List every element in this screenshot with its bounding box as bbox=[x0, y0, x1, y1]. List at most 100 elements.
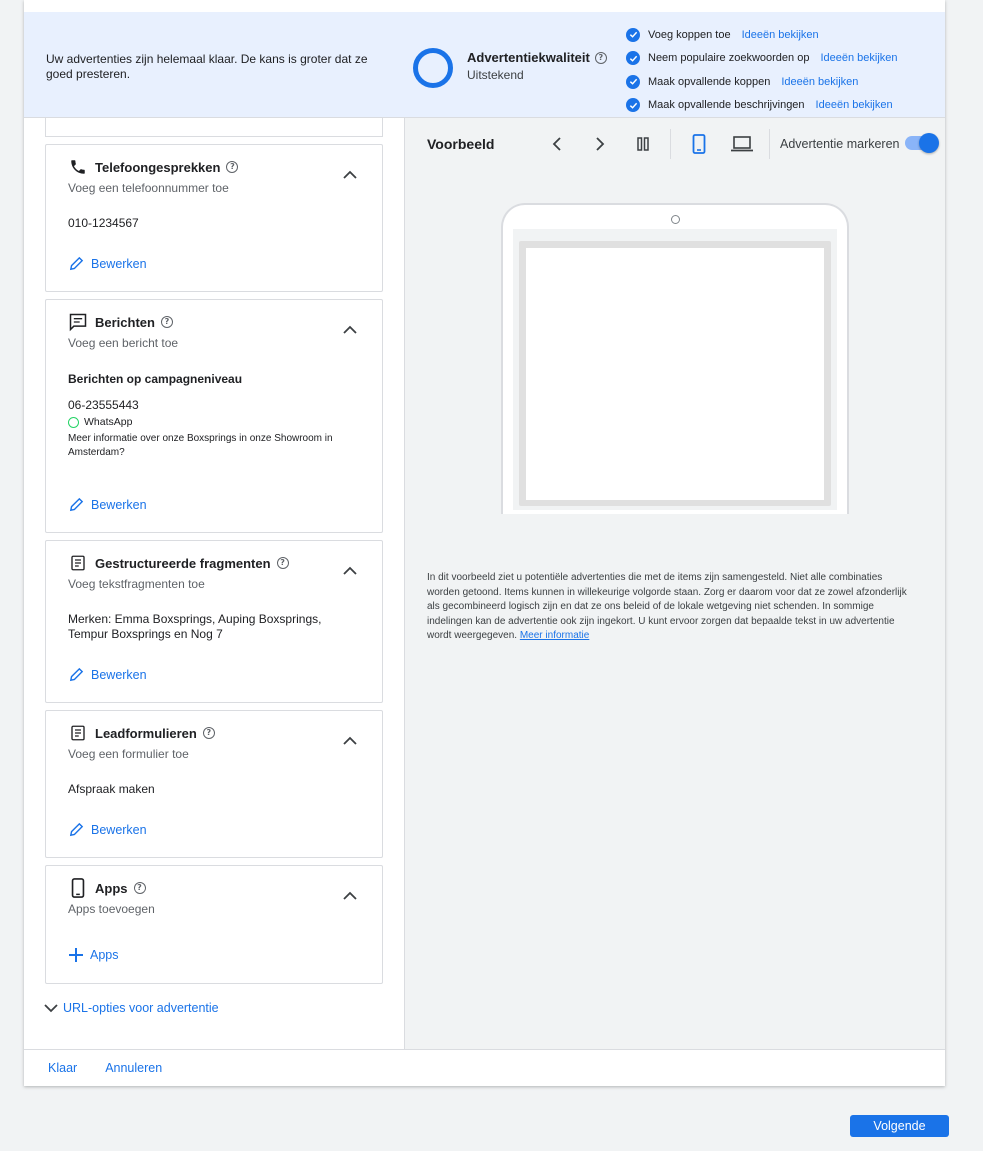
ad-card-shadow bbox=[519, 241, 831, 506]
help-icon[interactable]: ? bbox=[276, 557, 289, 569]
toolbar-divider bbox=[670, 129, 671, 159]
panel-footer: Klaar Annuleren bbox=[24, 1049, 945, 1086]
card-title-text: Berichten bbox=[95, 314, 155, 330]
next-preview-button[interactable] bbox=[578, 132, 621, 156]
edit-label: Bewerken bbox=[91, 497, 147, 512]
highlight-ad-toggle[interactable] bbox=[905, 133, 939, 153]
ad-preview-area bbox=[526, 248, 824, 500]
whatsapp-channel: WhatsApp bbox=[68, 415, 132, 430]
form-icon bbox=[68, 723, 88, 743]
chevron-down-icon bbox=[44, 1004, 58, 1013]
messages-text: Meer informatie over onze Boxsprings in … bbox=[68, 433, 333, 458]
pencil-icon bbox=[69, 667, 84, 682]
preview-panel: Voorbeeld Advertentie markeren In dit vo… bbox=[405, 118, 945, 1049]
view-ideas-link[interactable]: Ideeën bekijken bbox=[742, 29, 819, 41]
assets-column[interactable]: Telefoongesprekken ? Voeg een telefoonnu… bbox=[24, 118, 405, 1049]
previous-card-bottom bbox=[45, 118, 383, 137]
ad-quality-value: Uitstekend bbox=[467, 68, 524, 82]
ad-quality-ring-icon bbox=[413, 48, 453, 88]
card-title-text: Apps bbox=[95, 880, 128, 896]
cancel-button[interactable]: Annuleren bbox=[105, 1061, 162, 1075]
ad-quality-banner: Uw advertenties zijn helemaal klaar. De … bbox=[24, 12, 945, 118]
preview-title: Voorbeeld bbox=[427, 136, 495, 152]
smartphone-icon bbox=[68, 878, 88, 898]
card-structured-snippets: Gestructureerde fragmenten ? Voeg tekstf… bbox=[45, 540, 383, 703]
view-ideas-link[interactable]: Ideeën bekijken bbox=[820, 52, 897, 64]
more-info-link[interactable]: Meer informatie bbox=[520, 630, 589, 641]
chevron-up-icon[interactable] bbox=[342, 890, 358, 902]
url-options-label: URL-opties voor advertentie bbox=[63, 1001, 219, 1015]
card-title-text: Gestructureerde fragmenten bbox=[95, 555, 271, 571]
edit-button[interactable]: Bewerken bbox=[68, 496, 147, 513]
card-lead-forms: Leadformulieren ? Voeg een formulier toe… bbox=[45, 710, 383, 858]
card-subtitle: Apps toevoegen bbox=[68, 902, 155, 916]
card-title: Gestructureerde fragmenten ? bbox=[68, 553, 289, 573]
help-icon[interactable]: ? bbox=[594, 51, 607, 64]
card-phone-calls: Telefoongesprekken ? Voeg een telefoonnu… bbox=[45, 144, 383, 292]
check-circle-icon bbox=[626, 74, 640, 89]
next-button[interactable]: Volgende bbox=[850, 1115, 949, 1137]
card-title: Leadformulieren ? bbox=[68, 723, 215, 743]
add-apps-label: Apps bbox=[90, 948, 119, 962]
card-messages: Berichten ? Voeg een bericht toe Bericht… bbox=[45, 299, 383, 533]
edit-button[interactable]: Bewerken bbox=[68, 255, 147, 272]
messages-heading: Berichten op campagneniveau bbox=[68, 372, 243, 386]
card-title: Apps ? bbox=[68, 878, 146, 898]
help-icon[interactable]: ? bbox=[133, 882, 146, 894]
card-subtitle: Voeg een formulier toe bbox=[68, 747, 189, 761]
view-ideas-link[interactable]: Ideeën bekijken bbox=[816, 99, 893, 111]
view-ideas-link[interactable]: Ideeën bekijken bbox=[781, 76, 858, 88]
card-subtitle: Voeg tekstfragmenten toe bbox=[68, 577, 205, 591]
chevron-up-icon[interactable] bbox=[342, 324, 358, 336]
preview-disclaimer: In dit voorbeeld ziet u potentiële adver… bbox=[427, 571, 915, 644]
pencil-icon bbox=[69, 822, 84, 837]
pencil-icon bbox=[69, 497, 84, 512]
chevron-up-icon[interactable] bbox=[342, 735, 358, 747]
laptop-icon bbox=[730, 136, 753, 152]
card-title: Berichten ? bbox=[68, 312, 173, 332]
card-title-text: Telefoongesprekken bbox=[95, 159, 221, 175]
done-button[interactable]: Klaar bbox=[48, 1061, 77, 1075]
add-apps-button[interactable]: Apps bbox=[68, 947, 119, 963]
plus-icon bbox=[69, 948, 83, 962]
edit-label: Bewerken bbox=[91, 667, 147, 682]
edit-label: Bewerken bbox=[91, 256, 147, 271]
pause-button[interactable] bbox=[621, 132, 664, 156]
card-subtitle: Voeg een bericht toe bbox=[68, 336, 179, 350]
check-circle-icon bbox=[626, 51, 640, 66]
leadform-value: Afspraak maken bbox=[68, 782, 155, 796]
desktop-view-button[interactable] bbox=[720, 132, 763, 156]
messages-number: 06-23555443 bbox=[68, 398, 139, 412]
disclaimer-text: In dit voorbeeld ziet u potentiële adver… bbox=[427, 572, 907, 642]
check-row: Voeg koppen toe Ideeën bekijken bbox=[626, 23, 898, 47]
phone-screen bbox=[513, 229, 837, 510]
document-icon bbox=[68, 553, 88, 573]
highlight-ad-label: Advertentie markeren bbox=[780, 137, 900, 151]
chevron-up-icon[interactable] bbox=[342, 169, 358, 181]
chevron-right-icon bbox=[595, 137, 604, 151]
quality-checklist: Voeg koppen toe Ideeën bekijken Neem pop… bbox=[626, 23, 898, 117]
edit-button[interactable]: Bewerken bbox=[68, 821, 147, 838]
help-icon[interactable]: ? bbox=[202, 727, 215, 739]
preview-toolbar: Voorbeeld Advertentie markeren bbox=[427, 129, 943, 159]
url-options-toggle[interactable]: URL-opties voor advertentie bbox=[44, 1001, 219, 1015]
camera-icon bbox=[671, 215, 680, 224]
smartphone-icon bbox=[692, 134, 705, 154]
chevron-up-icon[interactable] bbox=[342, 565, 358, 577]
check-circle-icon bbox=[626, 27, 640, 42]
toggle-knob bbox=[919, 133, 939, 153]
mobile-view-button[interactable] bbox=[677, 132, 720, 156]
phone-preview-frame bbox=[501, 203, 849, 514]
previous-button[interactable] bbox=[535, 132, 578, 156]
help-icon[interactable]: ? bbox=[226, 161, 239, 173]
toolbar-divider bbox=[769, 129, 770, 159]
help-icon[interactable]: ? bbox=[160, 316, 173, 328]
check-label: Voeg koppen toe bbox=[648, 28, 731, 41]
check-label: Maak opvallende koppen bbox=[648, 75, 771, 88]
card-title-text: Leadformulieren bbox=[95, 725, 197, 741]
phone-icon bbox=[68, 157, 88, 177]
snippets-value: Merken: Emma Boxsprings, Auping Boxsprin… bbox=[68, 612, 322, 641]
edit-button[interactable]: Bewerken bbox=[68, 666, 147, 683]
banner-message: Uw advertenties zijn helemaal klaar. De … bbox=[46, 52, 368, 81]
whatsapp-icon bbox=[68, 417, 79, 428]
